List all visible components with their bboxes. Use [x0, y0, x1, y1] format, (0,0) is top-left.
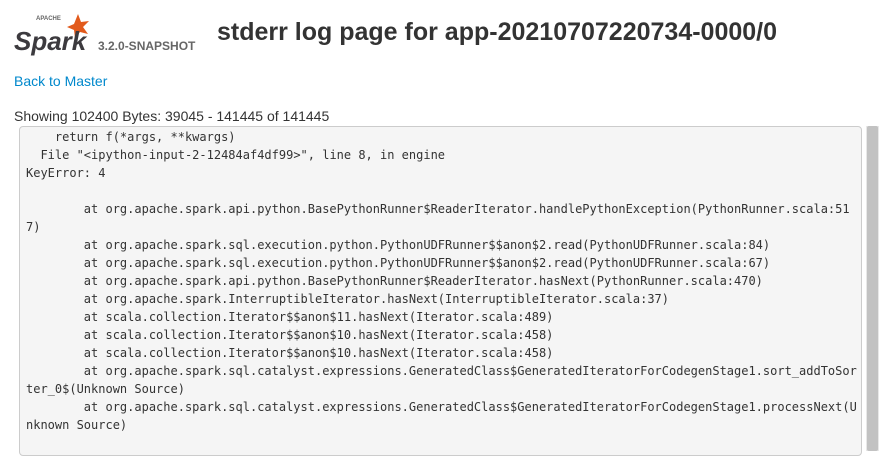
logo-spark-text: Spark	[14, 26, 88, 56]
back-to-master-link[interactable]: Back to Master	[14, 72, 107, 90]
spark-logo-graphic: APACHE Spark	[14, 14, 89, 56]
logo-apache-text: APACHE	[36, 16, 61, 22]
version-label: 3.2.0-SNAPSHOT	[98, 39, 196, 53]
log-content-panel[interactable]: return f(*args, **kwargs) File "<ipython…	[19, 126, 862, 456]
page-title: stderr log page for app-20210707220734-0…	[217, 18, 778, 46]
log-text: return f(*args, **kwargs) File "<ipython…	[26, 130, 857, 432]
scrollbar-thumb[interactable]	[867, 126, 878, 451]
byte-range-summary: Showing 102400 Bytes: 39045 - 141445 of …	[14, 108, 330, 124]
page-header: APACHE Spark 3.2.0-SNAPSHOT stderr log p…	[14, 8, 874, 58]
log-scrollbar[interactable]	[866, 126, 879, 451]
spark-logo[interactable]: APACHE Spark	[14, 12, 98, 56]
